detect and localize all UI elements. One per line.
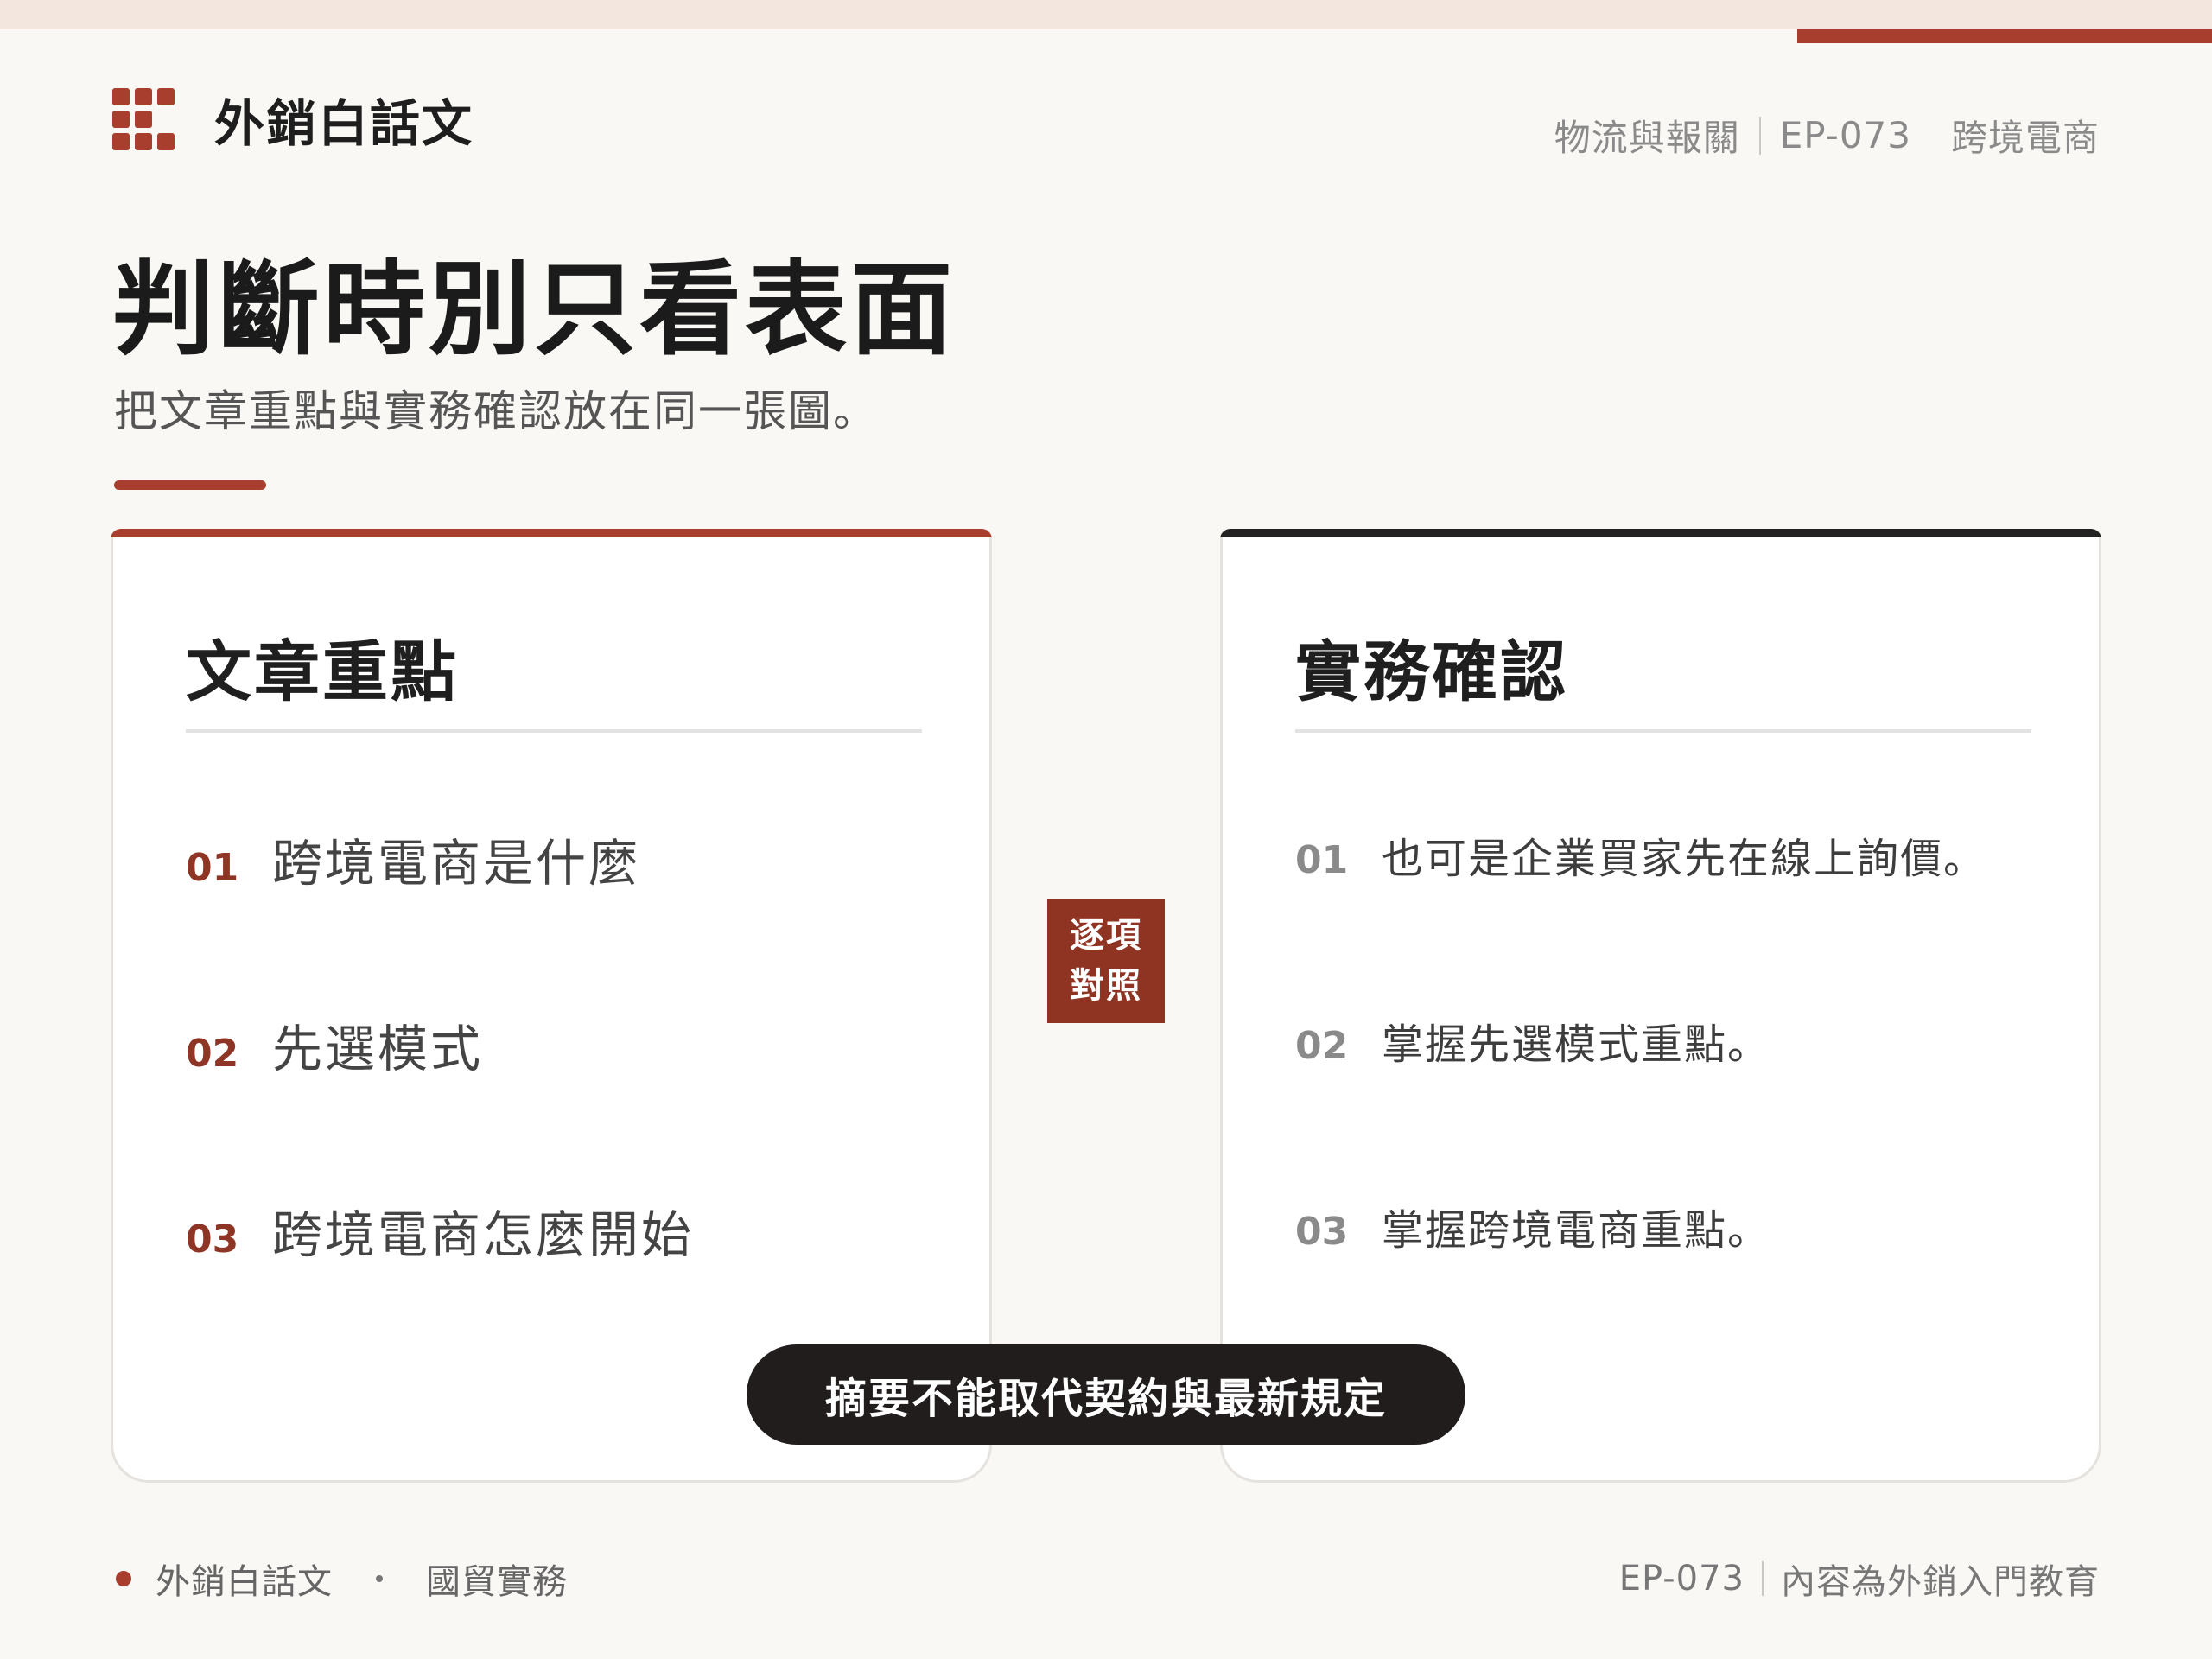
- item-number: 03: [186, 1217, 239, 1262]
- compare-badge: 逐項 對照: [1047, 899, 1165, 1023]
- header-episode: EP-073: [1779, 114, 1911, 156]
- item-number: 01: [186, 846, 239, 890]
- item-text: 跨境電商怎麼開始: [272, 1205, 695, 1264]
- notice-pill: 摘要不能取代契約與最新規定: [747, 1344, 1465, 1445]
- card-heading: 實務確認: [1295, 633, 1568, 710]
- card-heading: 文章重點: [186, 633, 459, 710]
- list-item: 01 跨境電商是什麼: [186, 823, 641, 895]
- card-divider: [1295, 729, 2031, 733]
- footer-brand: 外銷白話文: [156, 1562, 333, 1602]
- footer-divider: [1762, 1561, 1764, 1596]
- practice-check-card: 實務確認 01 也可是企業買家先在線上詢價。 02 掌握先選模式重點。 03 掌…: [1220, 529, 2101, 1483]
- header-topic: 跨境電商: [1950, 117, 2100, 159]
- top-strip: [0, 0, 2212, 29]
- brand-name: 外銷白話文: [214, 94, 474, 153]
- item-number: 03: [1295, 1210, 1349, 1254]
- header-divider: [1758, 116, 1761, 155]
- item-text: 先選模式: [272, 1020, 484, 1078]
- page-title: 判斷時別只看表面: [112, 250, 957, 369]
- header-meta: 物流與報關 EP-073 跨境電商: [1554, 109, 2100, 162]
- item-number: 01: [1295, 838, 1349, 882]
- brick-grid-icon: [112, 88, 180, 150]
- item-text: 掌握先選模式重點。: [1382, 1020, 1771, 1069]
- item-text: 掌握跨境電商重點。: [1382, 1206, 1771, 1255]
- item-number: 02: [1295, 1024, 1349, 1068]
- brand: 外銷白話文: [112, 83, 474, 156]
- footer-left: 外銷白話文 國貿實務: [116, 1554, 568, 1604]
- card-body: 文章重點 01 跨境電商是什麼 02 先選模式 03 跨境電商怎麼開始: [111, 537, 992, 1483]
- header-category: 物流與報關: [1554, 117, 1740, 159]
- top-accent-bar: [1797, 29, 2212, 43]
- list-item: 02 掌握先選模式重點。: [1295, 1024, 1770, 1065]
- list-item: 01 也可是企業買家先在線上詢價。: [1295, 838, 1986, 880]
- card-body: 實務確認 01 也可是企業買家先在線上詢價。 02 掌握先選模式重點。 03 掌…: [1220, 537, 2101, 1483]
- card-divider: [186, 729, 922, 733]
- compare-badge-line1: 逐項: [1070, 916, 1142, 956]
- title-underline: [114, 480, 266, 490]
- footer-separator-icon: [376, 1575, 383, 1582]
- page-subtitle: 把文章重點與實務確認放在同一張圖。: [114, 386, 878, 436]
- item-text: 跨境電商是什麼: [272, 834, 642, 893]
- footer-right: EP-073 內容為外銷入門教育: [1619, 1554, 2100, 1604]
- article-points-card: 文章重點 01 跨境電商是什麼 02 先選模式 03 跨境電商怎麼開始: [111, 529, 992, 1483]
- item-text: 也可是企業買家先在線上詢價。: [1382, 835, 1987, 883]
- footer-note: 內容為外銷入門教育: [1781, 1562, 2100, 1602]
- list-item: 03 跨境電商怎麼開始: [186, 1194, 694, 1267]
- footer-section: 國貿實務: [426, 1562, 568, 1602]
- compare-badge-line2: 對照: [1070, 966, 1142, 1006]
- footer-episode: EP-073: [1618, 1559, 1745, 1599]
- item-number: 02: [186, 1032, 239, 1076]
- list-item: 03 掌握跨境電商重點。: [1295, 1210, 1770, 1251]
- list-item: 02 先選模式: [186, 1008, 483, 1081]
- footer-dot-icon: [116, 1571, 131, 1586]
